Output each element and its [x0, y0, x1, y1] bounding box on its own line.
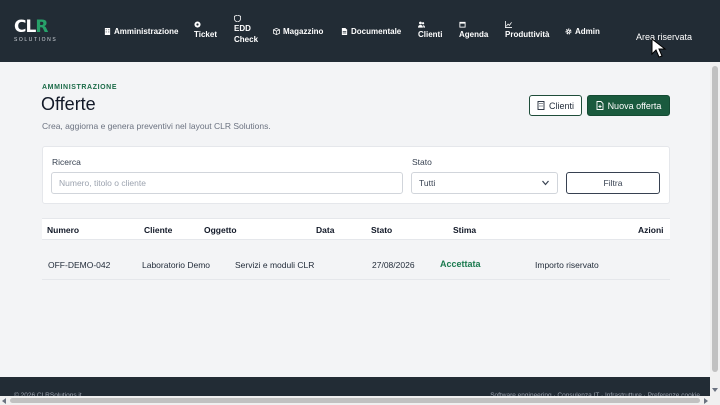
page-subtitle: Crea, aggiorna e genera preventivi nel l… — [42, 121, 271, 131]
building-icon — [104, 28, 111, 35]
new-offer-button-label: Nuova offerta — [607, 100, 662, 111]
nav-produttivita[interactable]: Produttività — [505, 21, 549, 39]
nav-label: Ticket — [194, 30, 217, 39]
file-plus-icon — [596, 101, 604, 110]
nav-ticket[interactable]: Ticket — [194, 21, 217, 39]
cell-oggetto: Servizi e moduli CLR — [235, 260, 315, 270]
nav-label: Amministrazione — [114, 27, 179, 36]
box-icon — [273, 28, 280, 35]
nav-label: Produttività — [505, 30, 550, 39]
scroll-left-arrow-icon[interactable] — [2, 398, 6, 404]
scroll-down-arrow-icon[interactable] — [712, 388, 718, 392]
logo-subtitle: SOLUTIONS — [14, 37, 58, 43]
file-icon — [341, 28, 348, 35]
nav-label: Admin — [575, 27, 600, 36]
nav-label-line1: EDD — [234, 24, 251, 33]
filter-button[interactable]: Filtra — [566, 172, 660, 194]
cell-stima: Importo riservato — [535, 260, 599, 270]
status-select-value: Tutti — [419, 178, 436, 188]
col-header-stato[interactable]: Stato — [371, 225, 392, 235]
ticket-icon — [194, 21, 201, 28]
col-header-data[interactable]: Data — [316, 225, 334, 235]
status-select[interactable]: Tutti — [411, 172, 558, 194]
shield-icon — [234, 15, 241, 22]
status-badge: Accettata — [440, 259, 481, 269]
scroll-right-arrow-icon[interactable] — [704, 398, 708, 404]
mouse-cursor-icon — [651, 38, 667, 58]
nav-magazzino[interactable]: Magazzino — [273, 27, 323, 36]
search-label: Ricerca — [52, 157, 81, 167]
nav-label: Magazzino — [283, 27, 324, 36]
col-header-numero[interactable]: Numero — [47, 225, 79, 235]
col-header-cliente[interactable]: Cliente — [144, 225, 172, 235]
search-input[interactable] — [51, 172, 403, 194]
chart-line-icon — [505, 21, 512, 28]
nav-label: Documentale — [351, 27, 402, 36]
nav-amministrazione[interactable]: Amministrazione — [104, 27, 178, 36]
nav-label: Agenda — [459, 30, 489, 39]
new-offer-button[interactable]: Nuova offerta — [587, 95, 670, 116]
cell-cliente: Laboratorio Demo — [142, 260, 211, 270]
brand-logo[interactable]: CLR SOLUTIONS — [14, 18, 66, 46]
col-header-stima[interactable]: Stima — [453, 225, 476, 235]
page-title: Offerte — [41, 94, 96, 114]
cell-numero[interactable]: OFF-DEMO-042 — [48, 260, 110, 270]
cell-data: 27/08/2026 — [372, 260, 415, 270]
chevron-down-icon — [542, 180, 549, 186]
clients-button-label: Clienti — [548, 100, 574, 111]
vertical-scrollbar-thumb[interactable] — [712, 66, 718, 372]
logo-mark: CLR — [14, 17, 48, 37]
col-header-oggetto[interactable]: Oggetto — [204, 225, 237, 235]
nav-label-line2: Check — [234, 35, 259, 44]
clients-button[interactable]: Clienti — [529, 95, 582, 116]
users-icon — [418, 21, 425, 28]
building-icon — [537, 101, 545, 110]
nav-label: Clienti — [418, 30, 443, 39]
gear-icon — [565, 28, 572, 35]
col-header-azioni: Azioni — [638, 225, 664, 235]
nav-admin[interactable]: Admin — [565, 27, 600, 36]
status-label: Stato — [412, 157, 432, 167]
section-eyebrow: AMMINISTRAZIONE — [42, 84, 118, 91]
nav-documentale[interactable]: Documentale — [341, 27, 401, 36]
calendar-icon — [459, 21, 466, 28]
nav-agenda[interactable]: Agenda — [459, 21, 488, 39]
horizontal-scrollbar-thumb[interactable] — [10, 398, 700, 403]
nav-edd-check[interactable]: EDD Check — [234, 15, 258, 44]
nav-clienti[interactable]: Clienti — [418, 21, 442, 39]
table-header — [42, 218, 670, 240]
